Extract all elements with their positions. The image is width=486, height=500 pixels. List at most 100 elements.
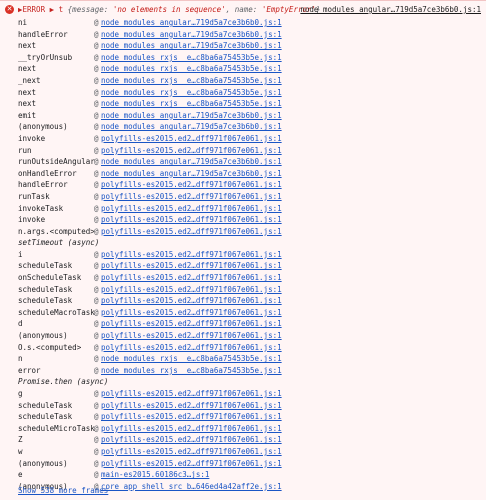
frame-source-link[interactable]: node_modules_angular…719d5a7ce3b6b0.js:1 — [101, 110, 282, 122]
frame-source-link[interactable]: node_modules_angular…719d5a7ce3b6b0.js:1 — [101, 17, 282, 29]
frame-source-link[interactable]: polyfills-es2015.ed2…dff971f067e061.js:1 — [101, 214, 282, 226]
stack-frame: ni @ node_modules_angular…719d5a7ce3b6b0.j… — [0, 17, 486, 29]
frame-source-link[interactable]: node_modules_angular…719d5a7ce3b6b0.js:1 — [101, 40, 282, 52]
show-more-frames-link[interactable]: Show 538 more frames — [18, 486, 108, 495]
frame-source-link[interactable]: node_modules_rxjs__e…c8ba6a75453b5e.js:1 — [101, 98, 282, 110]
frame-function-name: (anonymous) — [18, 122, 68, 132]
frame-function-name: onHandleError — [18, 168, 77, 178]
frame-source-link[interactable]: polyfills-es2015.ed2…dff971f067e061.js:1 — [101, 388, 282, 400]
at-sign: @ — [94, 423, 99, 433]
frame-source-link[interactable]: polyfills-es2015.ed2…dff971f067e061.js:1 — [101, 400, 282, 412]
frame-function-name: run — [18, 145, 32, 155]
frame-source-link[interactable]: node_modules_rxjs__e…c8ba6a75453b5e.js:1 — [101, 365, 282, 377]
frame-source-link[interactable]: node_modules_angular…719d5a7ce3b6b0.js:1 — [101, 121, 282, 133]
frame-source-link[interactable]: polyfills-es2015.ed2…dff971f067e061.js:1 — [101, 226, 282, 238]
stack-frame: onScheduleTask @ polyfills-es2015.ed2…dff9… — [0, 272, 486, 284]
frame-source-link[interactable]: polyfills-es2015.ed2…dff971f067e061.js:1 — [101, 318, 282, 330]
frame-source-link[interactable]: polyfills-es2015.ed2…dff971f067e061.js:1 — [101, 446, 282, 458]
stack-frame: e @ main-es2015.60186c3…js:1 — [0, 469, 486, 481]
stack-frame: g @ polyfills-es2015.ed2…dff971f067e061.js… — [0, 388, 486, 400]
stack-frame: d @ polyfills-es2015.ed2…dff971f067e061.js… — [0, 318, 486, 330]
at-sign: @ — [94, 122, 99, 132]
frame-source-link[interactable]: polyfills-es2015.ed2…dff971f067e061.js:1 — [101, 133, 282, 145]
frame-source-link[interactable]: polyfills-es2015.ed2…dff971f067e061.js:1 — [101, 411, 282, 423]
at-sign: @ — [94, 168, 99, 178]
at-sign: @ — [94, 435, 99, 445]
at-sign: @ — [94, 273, 99, 283]
stack-frame: next @ node_modules_rxjs__e…c8ba6a75453b5e… — [0, 98, 486, 110]
error-summary[interactable]: ▶ERROR ▶ t {message: 'no elements in seq… — [18, 4, 321, 16]
at-sign: @ — [94, 52, 99, 62]
frame-function-name: next — [18, 99, 37, 109]
stack-frame: scheduleTask @ polyfills-es2015.ed2…dff971… — [0, 260, 486, 272]
frame-source-link[interactable]: node_modules_rxjs__e…c8ba6a75453b5e.js:1 — [101, 353, 282, 365]
frame-source-link[interactable]: polyfills-es2015.ed2…dff971f067e061.js:1 — [101, 191, 282, 203]
frame-function-name: emit — [18, 110, 37, 120]
at-sign: @ — [94, 64, 99, 74]
at-sign: @ — [94, 99, 99, 109]
frame-source-link[interactable]: polyfills-es2015.ed2…dff971f067e061.js:1 — [101, 179, 282, 191]
frame-source-link[interactable]: polyfills-es2015.ed2…dff971f067e061.js:1 — [101, 458, 282, 470]
frame-source-link[interactable]: node_modules_angular…719d5a7ce3b6b0.js:1 — [101, 156, 282, 168]
frame-source-link[interactable]: node_modules_angular…719d5a7ce3b6b0.js:1 — [101, 168, 282, 180]
frame-source-link[interactable]: core_app_shell_src_b…646ed4a42aff2e.js:1 — [101, 481, 282, 493]
stack-frame: next @ node_modules_rxjs__e…c8ba6a75453b5e… — [0, 87, 486, 99]
frame-source-link[interactable]: polyfills-es2015.ed2…dff971f067e061.js:1 — [101, 342, 282, 354]
at-sign: @ — [94, 75, 99, 85]
at-sign: @ — [94, 284, 99, 294]
frame-source-link[interactable]: polyfills-es2015.ed2…dff971f067e061.js:1 — [101, 284, 282, 296]
at-sign: @ — [94, 191, 99, 201]
frame-source-link[interactable]: polyfills-es2015.ed2…dff971f067e061.js:1 — [101, 272, 282, 284]
error-label: ▶ERROR ▶ t — [18, 5, 64, 14]
stack-frame: next @ node_modules_angular…719d5a7ce3b6b0… — [0, 40, 486, 52]
at-sign: @ — [94, 41, 99, 51]
at-sign: @ — [94, 133, 99, 143]
at-sign: @ — [94, 307, 99, 317]
at-sign: @ — [94, 470, 99, 480]
stack-frame: w @ polyfills-es2015.ed2…dff971f067e061.js… — [0, 446, 486, 458]
frame-function-name: next — [18, 64, 37, 74]
frame-function-name: i — [18, 249, 23, 259]
frame-source-link[interactable]: polyfills-es2015.ed2…dff971f067e061.js:1 — [101, 307, 282, 319]
frame-source-link[interactable]: polyfills-es2015.ed2…dff971f067e061.js:1 — [101, 434, 282, 446]
at-sign: @ — [94, 29, 99, 39]
frame-source-link[interactable]: node_modules_rxjs__e…c8ba6a75453b5e.js:1 — [101, 63, 282, 75]
frame-source-link[interactable]: polyfills-es2015.ed2…dff971f067e061.js:1 — [101, 423, 282, 435]
frame-source-link[interactable]: polyfills-es2015.ed2…dff971f067e061.js:1 — [101, 330, 282, 342]
frame-function-name: scheduleTask — [18, 296, 73, 306]
frame-function-name: (anonymous) — [18, 458, 68, 468]
error-header[interactable]: ✕ ▶ERROR ▶ t {message: 'no elements in s… — [5, 4, 481, 16]
frame-source-link[interactable]: node_modules_rxjs__e…c8ba6a75453b5e.js:1 — [101, 75, 282, 87]
frame-source-link[interactable]: node_modules_angular…719d5a7ce3b6b0.js:1 — [101, 29, 282, 41]
stack-frame: O.s.<computed> @ polyfills-es2015.ed2…dff9… — [0, 342, 486, 354]
stack-frame: i @ polyfills-es2015.ed2…dff971f067e061.js… — [0, 249, 486, 261]
frame-function-name: next — [18, 41, 37, 51]
at-sign: @ — [94, 215, 99, 225]
at-sign: @ — [94, 400, 99, 410]
frame-function-name: invoke — [18, 133, 46, 143]
error-icon: ✕ — [5, 5, 14, 14]
error-source-link[interactable]: node_modules_angular…719d5a7ce3b6b0.js:1 — [300, 4, 481, 16]
stack-frame: emit @ node_modules_angular…719d5a7ce3b6b0… — [0, 110, 486, 122]
frame-source-link[interactable]: polyfills-es2015.ed2…dff971f067e061.js:1 — [101, 295, 282, 307]
frame-function-name: scheduleMacroTask — [18, 307, 95, 317]
frame-function-name: invokeTask — [18, 203, 64, 213]
stack-frame: runTask @ polyfills-es2015.ed2…dff971f067e… — [0, 191, 486, 203]
at-sign: @ — [94, 110, 99, 120]
frame-source-link[interactable]: polyfills-es2015.ed2…dff971f067e061.js:1 — [101, 249, 282, 261]
frame-source-link[interactable]: main-es2015.60186c3…js:1 — [101, 469, 209, 481]
stack-frame: (anonymous) @ polyfills-es2015.ed2…dff971f… — [0, 458, 486, 470]
frame-source-link[interactable]: polyfills-es2015.ed2…dff971f067e061.js:1 — [101, 145, 282, 157]
frame-function-name: handleError — [18, 180, 68, 190]
stack-frame: next @ node_modules_rxjs__e…c8ba6a75453b5e… — [0, 63, 486, 75]
at-sign: @ — [94, 319, 99, 329]
frame-function-name: _next — [18, 75, 41, 85]
frame-source-link[interactable]: node_modules_rxjs__e…c8ba6a75453b5e.js:1 — [101, 52, 282, 64]
frame-source-link[interactable]: polyfills-es2015.ed2…dff971f067e061.js:1 — [101, 203, 282, 215]
frame-function-name: runOutsideAngular — [18, 157, 95, 167]
frame-source-link[interactable]: node_modules_rxjs__e…c8ba6a75453b5e.js:1 — [101, 87, 282, 99]
message-prefix: {message: — [67, 5, 113, 14]
stack-frame: scheduleTask @ polyfills-es2015.ed2…dff971… — [0, 295, 486, 307]
frame-source-link[interactable]: polyfills-es2015.ed2…dff971f067e061.js:1 — [101, 260, 282, 272]
frame-function-name: ni — [18, 18, 28, 27]
